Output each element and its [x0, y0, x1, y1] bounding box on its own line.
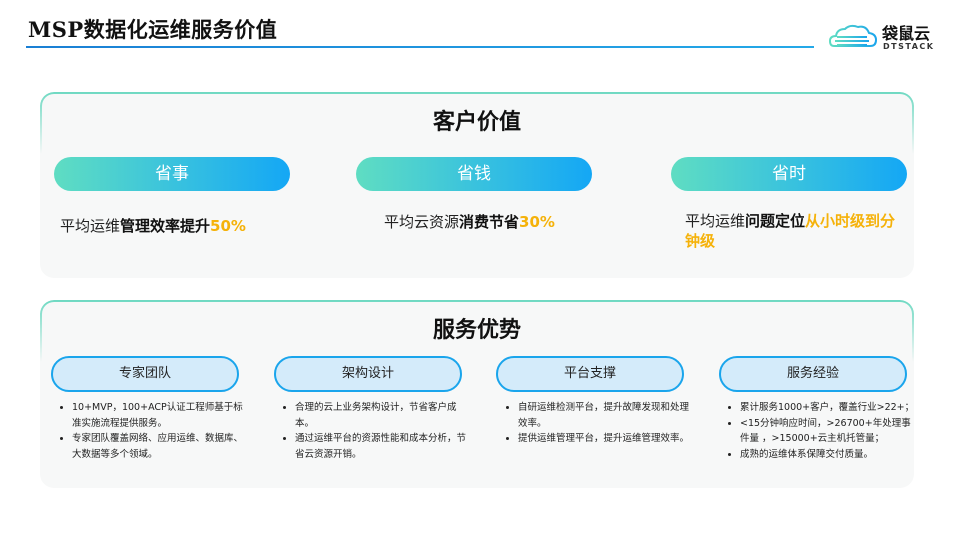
- list-item: 专家团队覆盖网络、应用运维、数据库、大数据等多个领域。: [72, 431, 252, 462]
- list-item: 成熟的运维体系保障交付质量。: [740, 447, 920, 463]
- service-advantages-panel: 服务优势 专家团队 架构设计 平台支撑 服务经验 10+MVP，100+ACP认…: [40, 300, 914, 488]
- list-item: 合理的云上业务架构设计，节省客户成本。: [295, 400, 475, 431]
- value-text-bold: 问题定位: [745, 212, 806, 230]
- advantage-pill-platform: 平台支撑: [496, 356, 684, 392]
- value-text-highlight: 30%: [519, 213, 555, 231]
- advantage-list-expert-team: 10+MVP，100+ACP认证工程师基于标准实施流程提供服务。 专家团队覆盖网…: [60, 400, 252, 462]
- title-underline: [26, 46, 814, 48]
- service-advantages-title: 服务优势: [432, 318, 521, 343]
- advantage-pill-expert-team: 专家团队: [51, 356, 239, 392]
- value-pill-save-effort: 省事: [54, 157, 290, 191]
- advantage-pill-experience: 服务经验: [719, 356, 907, 392]
- advantage-list-experience: 累计服务1000+客户，覆盖行业>22+； <15分钟响应时间，>26700+年…: [728, 400, 920, 462]
- customer-value-title: 客户价值: [432, 110, 521, 135]
- value-pill-save-time: 省时: [671, 157, 907, 191]
- logo-chinese-name: 袋鼠云: [882, 24, 931, 43]
- cloud-logo-icon: [828, 24, 878, 47]
- list-item: 自研运维检测平台，提升故障发现和处理效率。: [518, 400, 698, 431]
- advantage-pill-architecture: 架构设计: [274, 356, 462, 392]
- value-text-bold: 管理效率提升: [120, 217, 211, 235]
- value-text-prefix: 平均云资源: [384, 213, 460, 231]
- advantage-list-architecture: 合理的云上业务架构设计，节省客户成本。 通过运维平台的资源性能和成本分析，节省云…: [283, 400, 475, 462]
- value-text-bold: 消费节省: [459, 213, 520, 231]
- value-text-save-effort: 平均运维管理效率提升50%: [60, 216, 320, 236]
- list-item: 通过运维平台的资源性能和成本分析，节省云资源开销。: [295, 431, 475, 462]
- value-pill-save-money: 省钱: [356, 157, 592, 191]
- logo-english-name: DTSTACK: [883, 42, 935, 51]
- list-item: 10+MVP，100+ACP认证工程师基于标准实施流程提供服务。: [72, 400, 252, 431]
- customer-value-panel: 客户价值 省事 省钱 省时 平均运维管理效率提升50% 平均云资源消费节省30%…: [40, 92, 914, 278]
- value-text-prefix: 平均运维: [60, 217, 121, 235]
- list-item: 累计服务1000+客户，覆盖行业>22+；: [740, 400, 920, 416]
- list-item: <15分钟响应时间，>26700+年处理事件量 ，>15000+云主机托管量；: [740, 416, 920, 447]
- page-title: MSP数据化运维服务价值: [28, 17, 278, 42]
- advantage-list-platform: 自研运维检测平台，提升故障发现和处理效率。 提供运维管理平台，提升运维管理效率。: [506, 400, 698, 447]
- value-text-save-money: 平均云资源消费节省30%: [384, 212, 624, 232]
- value-text-highlight: 50%: [210, 217, 246, 235]
- value-text-prefix: 平均运维: [685, 212, 746, 230]
- value-text-save-time: 平均运维问题定位从小时级到分钟级: [685, 211, 900, 251]
- company-logo: 袋鼠云 DTSTACK: [828, 20, 940, 56]
- list-item: 提供运维管理平台，提升运维管理效率。: [518, 431, 698, 447]
